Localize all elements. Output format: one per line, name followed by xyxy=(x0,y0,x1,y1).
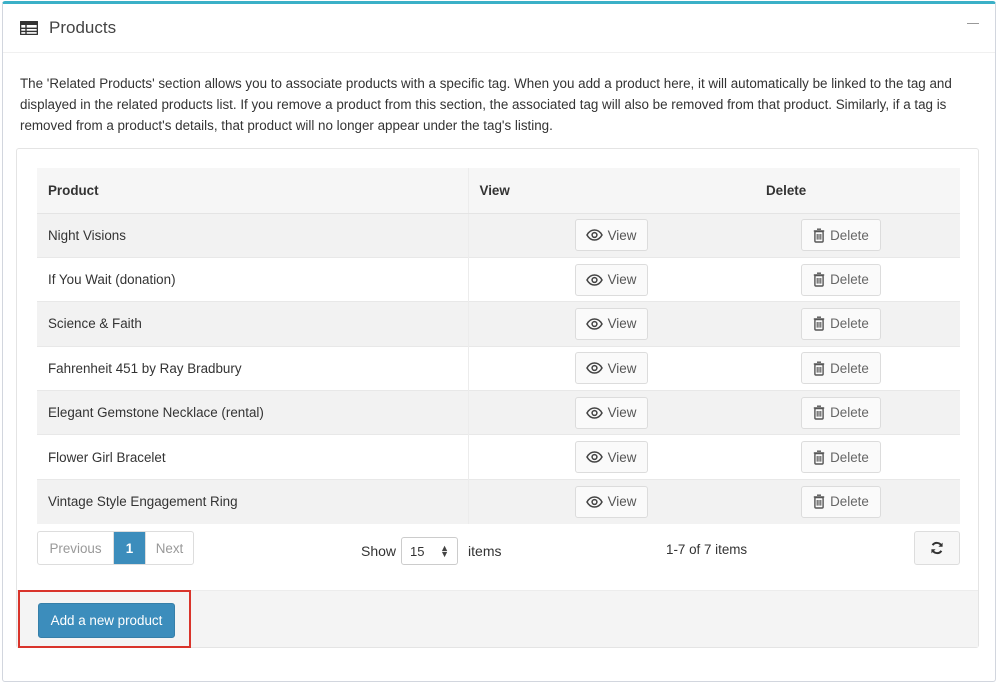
add-product-button[interactable]: Add a new product xyxy=(38,603,175,638)
delete-button[interactable]: Delete xyxy=(801,396,881,429)
table-row: Science & Faith View Delete xyxy=(37,301,960,347)
sort-caret-icon: ▲ ▼ xyxy=(440,543,450,559)
trash-icon xyxy=(813,494,825,509)
panel-title: Products xyxy=(49,18,117,37)
trash-icon xyxy=(813,228,825,243)
view-label: View xyxy=(607,449,637,465)
delete-cell: Delete xyxy=(755,345,960,391)
view-label: View xyxy=(607,316,637,332)
delete-cell: Delete xyxy=(755,212,960,258)
product-name: If You Wait (donation) xyxy=(37,256,468,302)
delete-cell: Delete xyxy=(755,256,960,302)
view-label: View xyxy=(607,494,637,510)
delete-button[interactable]: Delete xyxy=(801,219,881,252)
table-row: Fahrenheit 451 by Ray Bradbury View Delete xyxy=(37,345,960,391)
view-cell: View xyxy=(467,345,755,391)
eye-icon xyxy=(585,273,603,286)
view-label: View xyxy=(607,405,637,421)
delete-button[interactable]: Delete xyxy=(801,441,881,474)
items-range: 1-7 of 7 items xyxy=(666,542,748,557)
eye-icon xyxy=(585,362,603,375)
items-label: items xyxy=(468,543,502,559)
trash-icon xyxy=(813,405,825,420)
view-label: View xyxy=(607,227,637,243)
delete-cell: Delete xyxy=(755,434,960,480)
table-row: Night Visions View Delete xyxy=(37,212,960,258)
view-cell: View xyxy=(467,434,755,480)
delete-cell: Delete xyxy=(755,301,960,347)
view-cell: View xyxy=(467,212,755,258)
delete-label: Delete xyxy=(830,227,869,243)
next-page-button[interactable]: Next xyxy=(145,532,193,564)
eye-icon xyxy=(585,496,603,508)
refresh-icon xyxy=(931,541,943,555)
delete-label: Delete xyxy=(830,405,869,421)
delete-label: Delete xyxy=(830,316,869,332)
view-button[interactable]: View xyxy=(574,485,648,518)
header-product: Product xyxy=(37,168,468,214)
product-name: Night Visions xyxy=(37,212,468,258)
trash-icon xyxy=(813,361,825,376)
product-name: Elegant Gemstone Necklace (rental) xyxy=(37,390,468,435)
view-label: View xyxy=(607,272,637,288)
page-size-control: Show 15 ▲ ▼ items xyxy=(361,537,501,565)
page-size-value: 15 xyxy=(410,543,425,559)
delete-label: Delete xyxy=(830,272,869,288)
delete-label: Delete xyxy=(830,360,869,376)
view-label: View xyxy=(607,360,637,376)
products-table: Product View Delete Night Visions View Del… xyxy=(37,168,960,524)
page-size-select[interactable]: 15 ▲ ▼ xyxy=(401,537,459,565)
trash-icon xyxy=(813,450,825,465)
header-delete: Delete xyxy=(755,168,960,214)
view-button[interactable]: View xyxy=(574,441,648,474)
trash-icon xyxy=(813,316,825,332)
table-row: Flower Girl Bracelet View Delete xyxy=(37,434,960,480)
delete-cell: Delete xyxy=(755,478,960,524)
product-name: Science & Faith xyxy=(37,301,468,347)
show-label: Show xyxy=(361,543,397,559)
eye-icon xyxy=(585,229,603,241)
product-name: Vintage Style Engagement Ring xyxy=(37,478,468,524)
view-cell: View xyxy=(467,478,755,524)
related-products-box: Product View Delete Night Visions View Del… xyxy=(16,148,979,648)
delete-label: Delete xyxy=(830,494,869,510)
table-row: Elegant Gemstone Necklace (rental) View De… xyxy=(37,390,960,435)
view-cell: View xyxy=(467,256,755,302)
table-row: If You Wait (donation) View Delete xyxy=(37,256,960,302)
trash-icon xyxy=(813,272,825,287)
table-icon xyxy=(20,21,38,35)
view-button[interactable]: View xyxy=(574,263,648,296)
table-header-row: Product View Delete xyxy=(37,168,960,214)
pagination: Previous 1 Next xyxy=(37,531,194,565)
panel-header: Products xyxy=(3,4,995,53)
delete-label: Delete xyxy=(830,449,869,465)
page-1-button[interactable]: 1 xyxy=(114,532,145,564)
product-name: Fahrenheit 451 by Ray Bradbury xyxy=(37,345,468,391)
view-button[interactable]: View xyxy=(574,307,648,340)
table-row: Vintage Style Engagement Ring View Delete xyxy=(37,478,960,524)
delete-button[interactable]: Delete xyxy=(801,485,881,518)
minus-icon[interactable] xyxy=(967,18,979,28)
view-button[interactable]: View xyxy=(574,396,648,429)
eye-icon xyxy=(585,318,603,330)
product-name: Flower Girl Bracelet xyxy=(37,434,468,480)
delete-cell: Delete xyxy=(755,390,960,435)
delete-button[interactable]: Delete xyxy=(801,307,881,340)
view-cell: View xyxy=(467,390,755,435)
refresh-button[interactable] xyxy=(914,531,960,565)
eye-icon xyxy=(585,451,603,463)
delete-button[interactable]: Delete xyxy=(801,263,881,296)
view-cell: View xyxy=(467,301,755,347)
previous-page-button[interactable]: Previous xyxy=(38,532,114,564)
header-view: View xyxy=(467,168,755,214)
view-button[interactable]: View xyxy=(574,352,648,385)
eye-icon xyxy=(585,406,603,419)
panel-description: The 'Related Products' section allows yo… xyxy=(20,76,952,133)
view-button[interactable]: View xyxy=(574,219,648,252)
delete-button[interactable]: Delete xyxy=(801,352,881,385)
